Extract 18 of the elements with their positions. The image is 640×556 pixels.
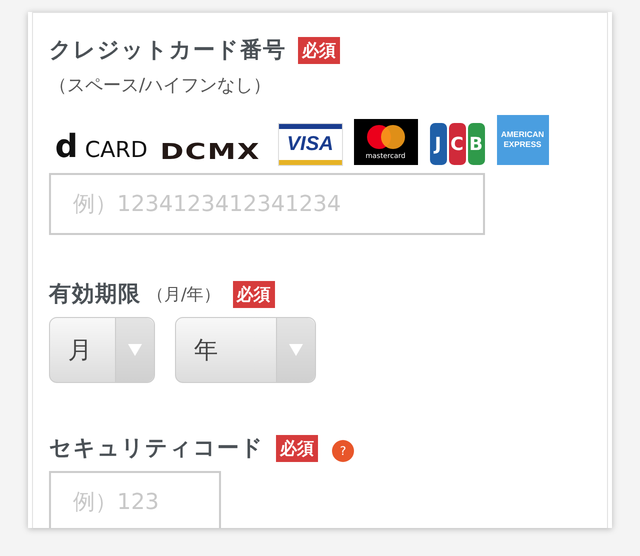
card-logo: VISA [278, 124, 342, 165]
card-logo: d CARD [55, 127, 148, 165]
field-note: （スペース/ハイフンなし） [49, 74, 272, 97]
card-logo: DCMX [160, 140, 260, 165]
field-label: セキュリティコード [49, 435, 264, 463]
card-logo: J C B [430, 123, 484, 165]
required-badge: 必須 [276, 434, 318, 462]
required-badge: 必須 [298, 36, 340, 64]
field-hint: （月/年） [147, 284, 221, 306]
card-logo: AMERICAN EXPRESS [496, 115, 548, 165]
help-icon[interactable]: ? [332, 440, 354, 462]
dropdown[interactable]: 年 [175, 317, 316, 383]
field-label: クレジットカード番号 [49, 37, 286, 65]
caret-icon [128, 344, 142, 356]
caret-icon [289, 344, 303, 356]
field-label: 有効期限 [49, 281, 141, 309]
required-badge: 必須 [232, 280, 275, 308]
dropdown[interactable]: 月 [49, 317, 155, 383]
